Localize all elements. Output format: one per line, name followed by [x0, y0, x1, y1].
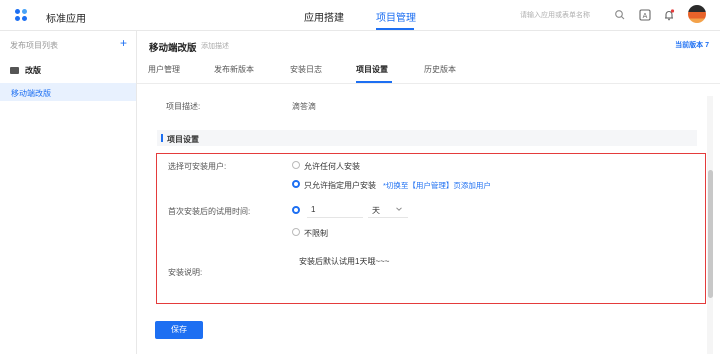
install-users-label: 选择可安装用户:: [168, 162, 227, 171]
radio-unlimited[interactable]: [292, 228, 300, 236]
section-marker: [161, 134, 163, 142]
install-note-textarea[interactable]: 安装后默认试用1天哦~~~: [291, 250, 696, 294]
scrollbar-thumb[interactable]: [708, 170, 713, 298]
install-note-label: 安装说明:: [168, 268, 203, 277]
app-switch-icon[interactable]: A: [638, 8, 652, 22]
radio-allow-anyone-label[interactable]: 允许任何人安装: [304, 161, 360, 172]
tab-user-management[interactable]: 用户管理: [148, 64, 180, 75]
trial-time-label: 首次安装后的试用时间:: [168, 207, 251, 216]
chevron-down-icon: [396, 207, 402, 211]
sidebar-folder-label: 改版: [25, 66, 41, 75]
avatar[interactable]: [688, 5, 706, 23]
project-description-link[interactable]: 添加描述: [201, 41, 229, 51]
install-note-value: 安装后默认试用1天哦~~~: [299, 257, 390, 266]
app-logo-icon[interactable]: [15, 9, 28, 22]
app-title: 标准应用: [46, 14, 86, 25]
section-header: 项目设置: [157, 130, 697, 146]
switch-user-management-link[interactable]: *切换至【用户管理】页添加用户: [383, 180, 491, 191]
sidebar-folder[interactable]: 改版: [10, 65, 41, 76]
search-icon[interactable]: [614, 9, 626, 21]
nav-active-indicator: [376, 28, 414, 30]
project-title: 移动端改版: [149, 43, 197, 54]
description-value: 滴答滴: [292, 102, 316, 111]
sidebar-item-label: 移动端改版: [11, 89, 51, 98]
tab-project-settings[interactable]: 项目设置: [356, 64, 388, 75]
add-project-button[interactable]: +: [120, 36, 127, 50]
sidebar-title: 发布项目列表: [10, 41, 58, 50]
section-title: 项目设置: [167, 135, 199, 144]
sidebar-item-mobile-redesign[interactable]: 移动端改版: [0, 83, 136, 101]
radio-unlimited-label[interactable]: 不限制: [304, 228, 328, 239]
svg-text:A: A: [643, 13, 648, 20]
trial-days-input[interactable]: 1: [307, 202, 363, 218]
radio-trial-days[interactable]: [292, 206, 300, 214]
save-button[interactable]: 保存: [155, 321, 203, 339]
version-badge[interactable]: 当前版本 7: [675, 40, 709, 50]
nav-app-build[interactable]: 应用搭建: [304, 9, 344, 24]
bell-icon[interactable]: [662, 8, 676, 22]
nav-project-management[interactable]: 项目管理: [376, 9, 416, 24]
tabs-divider: [137, 83, 720, 84]
search-input[interactable]: 请输入应用或表单名称: [516, 7, 628, 23]
tab-publish-version[interactable]: 发布新版本: [214, 64, 254, 75]
search-placeholder: 请输入应用或表单名称: [520, 12, 590, 19]
tab-install-log[interactable]: 安装日志: [290, 64, 322, 75]
top-bar: 标准应用 应用搭建 项目管理 请输入应用或表单名称 A: [0, 0, 720, 31]
folder-icon: [10, 67, 19, 74]
radio-specified-users[interactable]: [292, 180, 300, 188]
trial-unit-value: 天: [372, 206, 380, 215]
radio-specified-users-label[interactable]: 只允许指定用户安装: [304, 180, 376, 191]
tab-version-history[interactable]: 历史版本: [424, 64, 456, 75]
sidebar: 发布项目列表 + 改版 移动端改版: [0, 31, 137, 354]
trial-days-value: 1: [311, 205, 316, 214]
description-label: 项目描述:: [166, 102, 201, 111]
radio-allow-anyone[interactable]: [292, 161, 300, 169]
trial-unit-select[interactable]: 天: [368, 202, 408, 218]
